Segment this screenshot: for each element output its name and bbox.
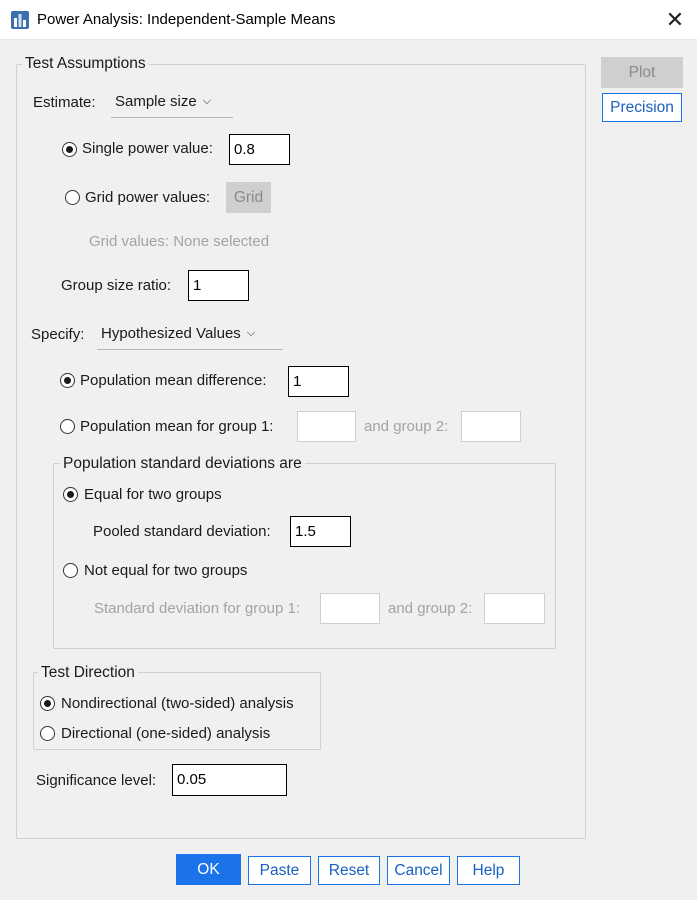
chevron-down-icon: ⌵ [202, 95, 212, 107]
grid-power-radio[interactable] [65, 190, 80, 205]
not-equal-sd-radio[interactable] [63, 563, 78, 578]
single-power-label: Single power value: [82, 140, 213, 157]
equal-sd-radio[interactable] [63, 487, 78, 502]
pop-mean-diff-input[interactable]: 1 [288, 366, 349, 397]
window-title: Power Analysis: Independent-Sample Means [37, 11, 336, 28]
specify-dropdown[interactable]: Hypothesized Values ⌵ [97, 320, 283, 350]
significance-label: Significance level: [36, 772, 157, 789]
directional-label: Directional (one-sided) analysis [61, 725, 271, 742]
sd-and-group2-label: and group 2: [388, 600, 473, 617]
and-group2-label: and group 2: [364, 418, 449, 435]
sd-group1-input[interactable] [320, 593, 380, 624]
app-icon [11, 11, 29, 29]
test-direction-legend: Test Direction [38, 664, 138, 682]
precision-button[interactable]: Precision [602, 93, 682, 122]
group-size-ratio-input[interactable]: 1 [188, 270, 249, 301]
pooled-sd-label: Pooled standard deviation: [93, 523, 271, 540]
pop-mean-group1-input[interactable] [297, 411, 356, 442]
cancel-button[interactable]: Cancel [387, 856, 450, 885]
sd-group1-label: Standard deviation for group 1: [94, 600, 300, 617]
nondirectional-radio[interactable] [40, 696, 55, 711]
estimate-label: Estimate: [33, 94, 96, 111]
single-power-input[interactable]: 0.8 [229, 134, 290, 165]
nondirectional-label: Nondirectional (two-sided) analysis [61, 695, 294, 712]
specify-value: Hypothesized Values [101, 325, 241, 342]
pop-mean-diff-radio[interactable] [60, 373, 75, 388]
equal-sd-label: Equal for two groups [84, 486, 222, 503]
pooled-sd-input[interactable]: 1.5 [290, 516, 351, 547]
test-assumptions-legend: Test Assumptions [22, 55, 149, 73]
help-button[interactable]: Help [457, 856, 520, 885]
std-dev-legend: Population standard deviations are [60, 455, 305, 473]
close-icon[interactable]: ✕ [663, 7, 687, 33]
pop-mean-diff-label: Population mean difference: [80, 372, 267, 389]
reset-button[interactable]: Reset [318, 856, 380, 885]
directional-radio[interactable] [40, 726, 55, 741]
significance-input[interactable]: 0.05 [172, 764, 287, 796]
specify-label: Specify: [31, 326, 85, 343]
group-size-ratio-label: Group size ratio: [61, 277, 172, 294]
estimate-dropdown[interactable]: Sample size ⌵ [111, 88, 233, 118]
grid-button[interactable]: Grid [226, 182, 271, 213]
not-equal-sd-label: Not equal for two groups [84, 562, 248, 579]
pop-mean-group2-input[interactable] [461, 411, 521, 442]
ok-button[interactable]: OK [176, 854, 241, 885]
estimate-value: Sample size [115, 93, 197, 110]
pop-mean-group1-radio[interactable] [60, 419, 75, 434]
sd-group2-input[interactable] [484, 593, 545, 624]
pop-mean-group1-label: Population mean for group 1: [80, 418, 274, 435]
grid-power-label: Grid power values: [85, 189, 211, 206]
paste-button[interactable]: Paste [248, 856, 311, 885]
plot-button[interactable]: Plot [601, 57, 683, 88]
grid-values-text: Grid values: None selected [89, 233, 270, 250]
single-power-radio[interactable] [62, 142, 77, 157]
chevron-down-icon: ⌵ [246, 327, 256, 339]
